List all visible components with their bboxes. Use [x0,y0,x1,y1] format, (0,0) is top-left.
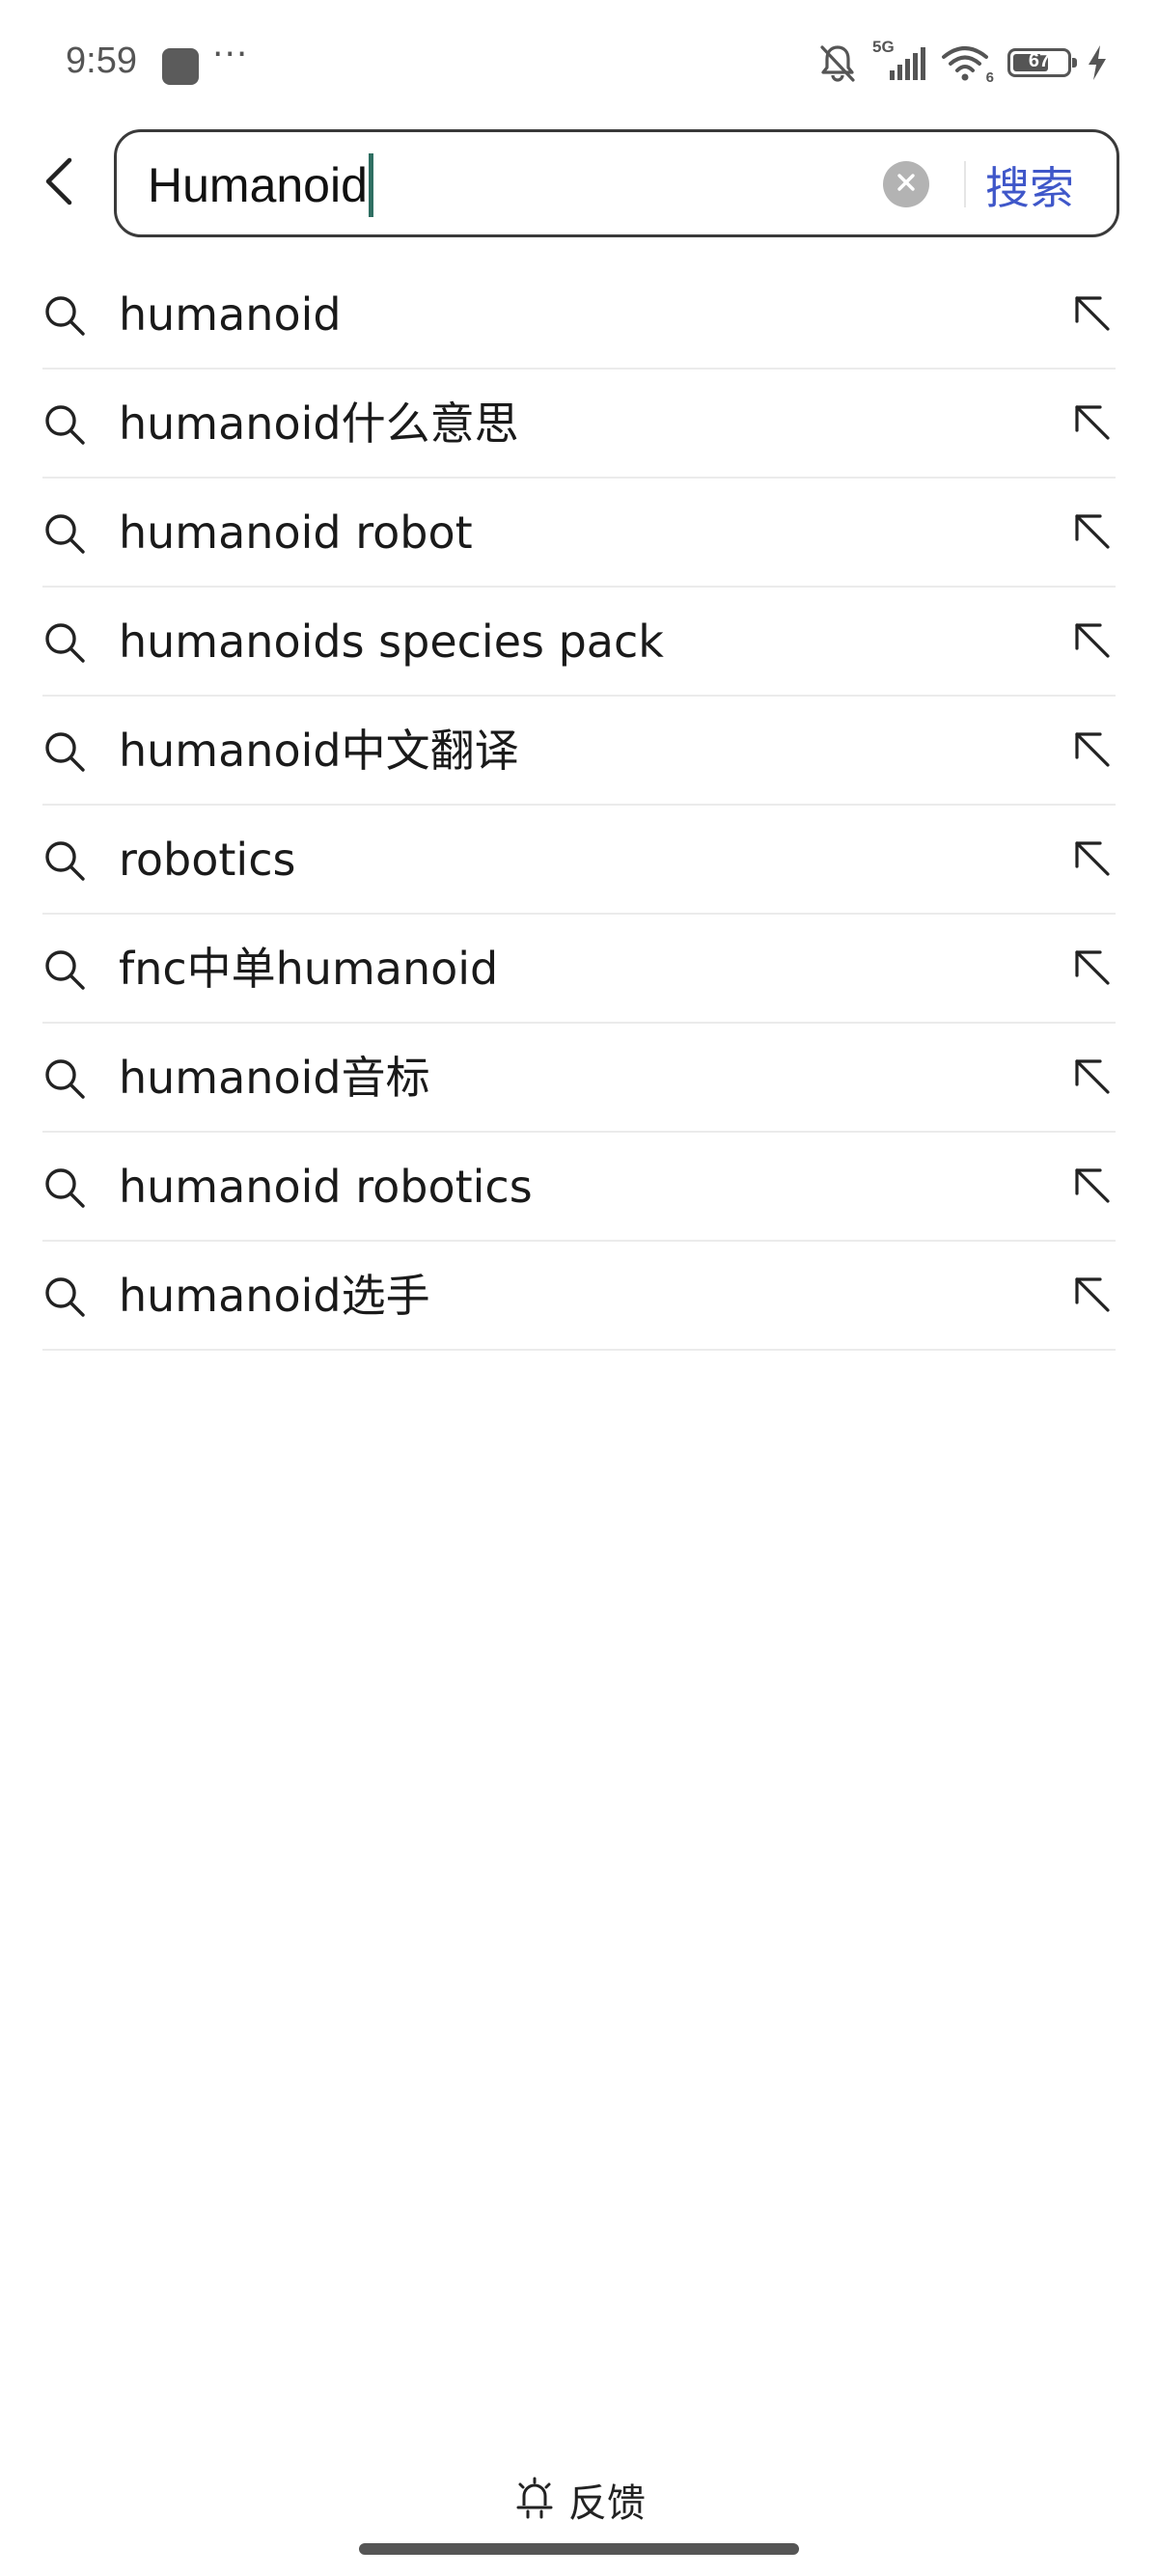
wifi-standard-label: 6 [985,69,994,86]
suggestion-item[interactable]: humanoid选手 [42,1242,1116,1351]
suggestion-item[interactable]: fnc中单humanoid [42,915,1116,1024]
suggestion-text: robotics [119,834,296,886]
back-button[interactable] [29,145,91,222]
fill-query-arrow-icon[interactable] [1071,619,1114,662]
suggestion-text: humanoid音标 [119,1052,430,1104]
battery-icon: 67 [1007,48,1077,77]
fill-query-arrow-icon[interactable] [1071,837,1114,880]
text-caret [368,153,373,217]
search-query-text: Humanoid [148,158,368,212]
battery-level: 67 [1028,50,1051,71]
home-indicator[interactable] [359,2543,799,2555]
search-box: Humanoid 搜索 [114,129,1119,237]
charging-bolt-icon [1085,43,1110,82]
fill-query-arrow-icon[interactable] [1071,292,1114,335]
search-icon [42,1165,87,1210]
suggestion-text: humanoid选手 [119,1270,430,1322]
feedback-icon [512,2477,557,2523]
fill-query-arrow-icon[interactable] [1071,1165,1114,1207]
status-bar: 9:59 ··· 5G 6 67 [0,0,1158,125]
status-time: 9:59 [66,41,137,81]
feedback-label: 反馈 [568,2481,646,2526]
suggestion-text: humanoid [119,288,342,341]
fill-query-arrow-icon[interactable] [1071,728,1114,771]
suggestion-list: humanoid humanoid什么意思 humanoid robot humano… [42,260,1116,1351]
search-divider [964,161,966,207]
suggestion-text: humanoid中文翻译 [119,725,519,777]
chevron-left-icon [41,152,79,214]
search-icon [42,511,87,556]
suggestion-text: humanoids species pack [119,616,664,668]
suggestion-item[interactable]: humanoid [42,260,1116,370]
wifi-icon: 6 [940,41,994,86]
suggestion-item[interactable]: humanoid音标 [42,1024,1116,1133]
search-icon [42,402,87,447]
suggestion-text: humanoid robotics [119,1161,533,1213]
suggestion-text: fnc中单humanoid [119,943,499,995]
search-icon [42,1056,87,1101]
app-notification-icon [162,48,199,85]
search-icon [42,729,87,774]
suggestion-item[interactable]: robotics [42,806,1116,915]
search-icon [42,293,87,338]
cellular-signal-icon: 5G [872,38,926,84]
fill-query-arrow-icon[interactable] [1071,510,1114,553]
search-input[interactable]: Humanoid [148,151,881,219]
clear-search-button[interactable] [883,161,929,207]
suggestion-item[interactable]: humanoid什么意思 [42,370,1116,479]
suggestion-item[interactable]: humanoid robot [42,479,1116,588]
search-icon [42,620,87,665]
suggestion-item[interactable]: humanoid中文翻译 [42,697,1116,806]
fill-query-arrow-icon[interactable] [1071,1274,1114,1316]
fill-query-arrow-icon[interactable] [1071,401,1114,444]
search-icon [42,838,87,883]
more-notifications-icon: ··· [212,35,249,74]
search-icon [42,1274,87,1319]
search-icon [42,947,87,992]
suggestion-item[interactable]: humanoids species pack [42,588,1116,697]
mute-bell-icon [816,41,859,84]
status-icons: 5G 6 67 [816,38,1110,87]
suggestion-text: humanoid robot [119,507,473,559]
close-icon [895,171,918,198]
fill-query-arrow-icon[interactable] [1071,946,1114,989]
suggestion-text: humanoid什么意思 [119,397,519,450]
feedback-button[interactable]: 反馈 [0,2472,1158,2528]
search-submit-button[interactable]: 搜索 [985,153,1074,217]
fill-query-arrow-icon[interactable] [1071,1055,1114,1098]
suggestion-item[interactable]: humanoid robotics [42,1133,1116,1242]
